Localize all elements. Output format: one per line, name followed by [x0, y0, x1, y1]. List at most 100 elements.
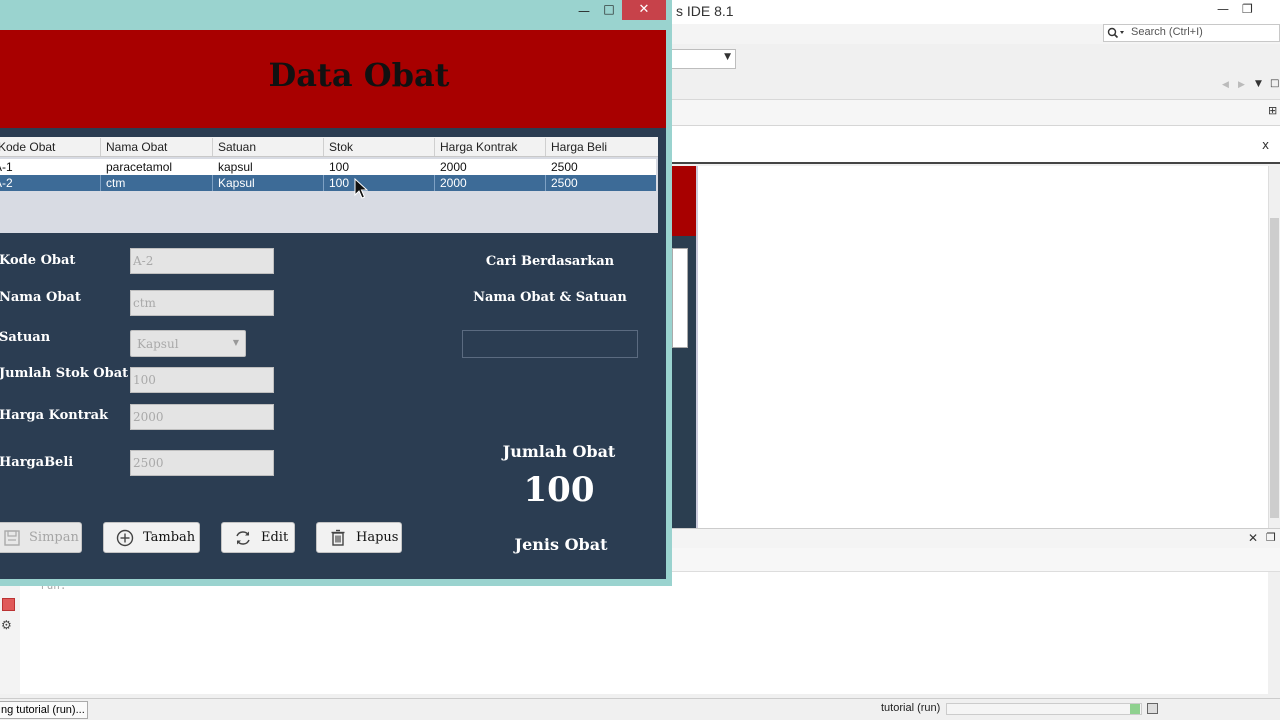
output-scrollbar[interactable] — [1268, 572, 1280, 694]
nama-obat-label: Nama Obat — [0, 290, 81, 305]
refresh-icon — [236, 531, 250, 545]
column-divider[interactable] — [212, 138, 213, 156]
table-row-selected[interactable]: A-2 ctm Kapsul 100 2000 2500 — [0, 175, 656, 191]
satuan-select[interactable]: Kapsul ▼ — [130, 330, 246, 357]
column-header-harga-kontrak[interactable]: Harga Kontrak — [440, 140, 517, 154]
cell-kode: A-1 — [0, 160, 13, 174]
harga-beli-label: HargaBeli — [0, 455, 74, 470]
simpan-button[interactable]: Simpan — [0, 522, 82, 553]
cell-nama: ctm — [106, 176, 126, 190]
maximize-icon[interactable]: □ — [1270, 78, 1279, 89]
tambah-button[interactable]: Tambah — [103, 522, 200, 553]
output-panel — [20, 572, 1268, 694]
cell-harga-beli: 2500 — [551, 176, 578, 190]
app-maximize-icon[interactable]: □ — [599, 2, 619, 24]
output-close-icon[interactable]: ✕ — [1248, 531, 1258, 545]
column-divider[interactable] — [434, 138, 435, 156]
designer-preview-header — [670, 166, 696, 236]
hapus-button-label: Hapus — [356, 530, 399, 545]
cell-harga-beli: 2500 — [551, 160, 578, 174]
ide-editor — [670, 166, 1270, 528]
ide-minimize-icon[interactable]: — — [1217, 2, 1229, 16]
status-progress-fill — [1130, 704, 1140, 714]
column-header-stok[interactable]: Stok — [329, 140, 353, 154]
output-gutter — [0, 572, 20, 694]
scroll-left-icon[interactable]: ◀ — [1222, 80, 1229, 90]
jumlah-stok-field[interactable]: 100 — [130, 367, 274, 393]
nama-obat-field[interactable]: ctm — [130, 290, 274, 316]
jumlah-obat-value: 100 — [523, 470, 595, 510]
scroll-right-icon[interactable]: ▶ — [1238, 80, 1245, 90]
app-minimize-icon[interactable]: — — [572, 4, 596, 26]
column-header-kode[interactable]: Kode Obat — [0, 140, 55, 154]
status-run-label: tutorial (run) — [881, 702, 941, 714]
stop-icon[interactable] — [2, 598, 15, 611]
designer-preview-table — [672, 248, 688, 348]
cell-stok: 100 — [329, 160, 350, 174]
edit-button[interactable]: Edit — [221, 522, 295, 553]
grid-icon[interactable]: ⊞ — [1268, 104, 1277, 117]
search-icon — [1107, 27, 1124, 39]
output-header — [670, 528, 1280, 548]
trash-icon — [331, 529, 345, 546]
cell-divider — [545, 175, 546, 191]
status-task[interactable]: ng tutorial (run)... — [0, 701, 88, 719]
save-icon — [4, 530, 20, 546]
ide-toolbar: ◀ ▶ ▼ □ — [670, 76, 1280, 100]
edit-button-label: Edit — [261, 530, 289, 545]
jenis-obat-label: Jenis Obat — [514, 535, 608, 554]
cell-satuan: Kapsul — [218, 176, 255, 190]
search-input[interactable] — [462, 330, 638, 358]
status-stop-icon[interactable] — [1147, 703, 1158, 714]
kode-obat-field[interactable]: A-2 — [130, 248, 274, 274]
close-icon[interactable]: x — [1262, 138, 1269, 152]
cell-divider — [323, 175, 324, 191]
status-progress-bar — [946, 703, 1142, 715]
editor-scrollbar-thumb[interactable] — [1270, 218, 1279, 518]
search-subcaption: Nama Obat & Satuan — [473, 290, 627, 305]
cell-stok: 100 — [329, 176, 350, 190]
hapus-button[interactable]: Hapus — [316, 522, 402, 553]
tambah-button-label: Tambah — [143, 530, 196, 545]
satuan-select-value: Kapsul — [137, 337, 179, 351]
cell-kode: A-2 — [0, 176, 13, 190]
cell-divider — [212, 175, 213, 191]
cell-satuan: kapsul — [218, 160, 253, 174]
harga-beli-field[interactable]: 2500 — [130, 450, 274, 476]
kode-obat-label: Kode Obat — [0, 253, 76, 268]
satuan-label: Satuan — [0, 330, 51, 345]
ide-restore-icon[interactable]: ❐ — [1242, 2, 1253, 16]
ide-window-title: s IDE 8.1 — [676, 3, 734, 19]
search-caption: Cari Berdasarkan — [485, 254, 615, 269]
column-divider[interactable] — [545, 138, 546, 156]
cell-divider — [100, 175, 101, 191]
simpan-button-label: Simpan — [29, 530, 79, 545]
harga-kontrak-label: Harga Kontrak — [0, 408, 109, 423]
jumlah-stok-label: Jumlah Stok Obat — [0, 366, 129, 381]
ide-search-input[interactable]: Search (Ctrl+I) — [1103, 24, 1280, 42]
cell-divider — [434, 175, 435, 191]
column-header-satuan[interactable]: Satuan — [218, 140, 256, 154]
cell-nama: paracetamol — [106, 160, 173, 174]
harga-kontrak-field[interactable]: 2000 — [130, 404, 274, 430]
app-close-button[interactable]: ✕ — [622, 0, 666, 20]
chevron-down-icon: ▼ — [232, 338, 239, 347]
column-header-harga-beli[interactable]: Harga Beli — [551, 140, 607, 154]
table-row[interactable]: A-1 paracetamol kapsul 100 2000 2500 — [0, 159, 656, 175]
settings-icon[interactable]: ⚙ — [1, 618, 12, 632]
chevron-down-icon: ▼ — [724, 52, 731, 62]
cell-harga-kontrak: 2000 — [440, 160, 467, 174]
column-header-nama[interactable]: Nama Obat — [106, 140, 167, 154]
ide-search-placeholder: Search (Ctrl+I) — [1131, 26, 1203, 38]
tab-list-icon[interactable]: ▼ — [1255, 79, 1262, 89]
column-divider[interactable] — [100, 138, 101, 156]
column-divider[interactable] — [323, 138, 324, 156]
add-icon — [116, 529, 134, 547]
ide-tabbar: ⊞ — [670, 100, 1280, 126]
mouse-cursor-icon — [354, 178, 368, 199]
page-title: Data Obat — [268, 56, 450, 94]
output-restore-icon[interactable]: ❐ — [1266, 531, 1276, 544]
cell-harga-kontrak: 2000 — [440, 176, 467, 190]
jumlah-obat-label: Jumlah Obat — [502, 442, 616, 461]
ide-document-header — [670, 126, 1280, 164]
